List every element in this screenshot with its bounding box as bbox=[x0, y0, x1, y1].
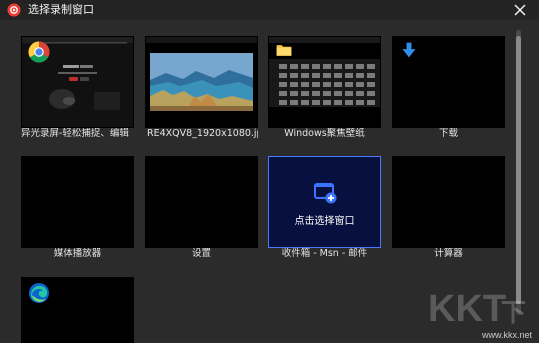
scroll-thumb[interactable] bbox=[516, 36, 521, 304]
title-bar: 选择录制窗口 bbox=[0, 0, 539, 20]
window-tile-6[interactable] bbox=[145, 156, 258, 248]
window-title: 选择录制窗口 bbox=[28, 3, 94, 16]
window-tile-5[interactable] bbox=[21, 156, 134, 248]
window-tile-8[interactable] bbox=[392, 156, 505, 248]
window-title-4: 下载 bbox=[438, 128, 458, 139]
window-selection-dialog: 选择录制窗口 异光录屏-轻松捕捉、编辑 RE4XQV8_1920x1080.jp… bbox=[0, 0, 539, 343]
window-tile-7[interactable]: 点击选择窗口 bbox=[268, 156, 381, 248]
window-title-7: 收件箱 - Msn - 邮件 bbox=[281, 248, 368, 259]
landscape-thumbnail bbox=[146, 37, 257, 127]
svg-text:下: 下 bbox=[501, 299, 526, 327]
window-tile-3[interactable] bbox=[268, 36, 381, 128]
window-title-8: 计算器 bbox=[434, 248, 463, 259]
window-title-3: Windows聚焦壁纸 bbox=[284, 128, 365, 139]
scrollbar[interactable] bbox=[516, 30, 521, 315]
download-arrow-icon bbox=[402, 42, 416, 58]
chrome-icon bbox=[28, 41, 50, 63]
window-tile-4[interactable] bbox=[392, 36, 505, 128]
svg-text:KKT: KKT bbox=[428, 288, 506, 330]
folder-icon bbox=[276, 45, 292, 56]
window-tile-1[interactable] bbox=[21, 36, 134, 128]
select-window-icon bbox=[314, 183, 337, 204]
kkx-watermark-logo: KKT 下 bbox=[428, 288, 526, 330]
window-title-1: 异光录屏-轻松捕捉、编辑 bbox=[21, 128, 129, 139]
window-title-2: RE4XQV8_1920x1080.jpg - 照 bbox=[147, 128, 258, 139]
click-select-window-label: 点击选择窗口 bbox=[294, 216, 355, 227]
window-tile-9[interactable] bbox=[21, 277, 134, 343]
edge-icon bbox=[29, 283, 49, 303]
window-title-6: 设置 bbox=[191, 248, 211, 259]
window-title-5: 媒体播放器 bbox=[53, 248, 102, 259]
close-icon[interactable] bbox=[513, 3, 527, 17]
image-viewer-thumbnail bbox=[146, 37, 257, 127]
app-logo-icon bbox=[7, 3, 21, 17]
window-tile-2[interactable] bbox=[145, 36, 258, 128]
watermark-url: www.kkx.net bbox=[481, 330, 532, 340]
